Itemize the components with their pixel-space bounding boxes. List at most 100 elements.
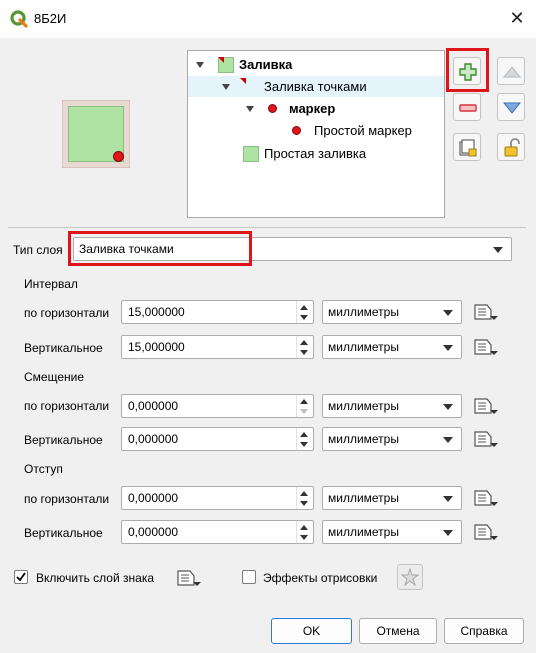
enable-layer-checkbox[interactable] — [14, 570, 28, 584]
spin-down-icon[interactable] — [300, 409, 308, 414]
spin-down-icon[interactable] — [300, 535, 308, 540]
displacement-v-spinbox[interactable]: 0,000000 — [121, 520, 314, 544]
interval-h-spinbox[interactable]: 15,000000 — [121, 300, 314, 324]
displacement-h-spinbox[interactable]: 0,000000 — [121, 486, 314, 510]
data-defined-override-icon[interactable] — [176, 568, 202, 588]
cancel-button[interactable]: Отмена — [359, 618, 437, 644]
interval-h-label: по горизонтали — [24, 306, 110, 320]
effects-label: Эффекты отрисовки — [263, 571, 378, 585]
interval-h-unit-select[interactable]: миллиметры — [322, 300, 462, 324]
star-effects-icon — [401, 568, 419, 586]
tree-item-label: Простая заливка — [264, 146, 367, 161]
offset-h-spinbox[interactable]: 0,000000 — [121, 394, 314, 418]
chevron-down-icon — [443, 530, 453, 536]
expand-arrow-icon[interactable] — [196, 62, 204, 68]
spin-separator — [296, 521, 297, 543]
offset-h-label: по горизонтали — [24, 399, 110, 413]
spin-separator — [296, 336, 297, 358]
offset-h-unit-select[interactable]: миллиметры — [322, 394, 462, 418]
spin-up-icon[interactable] — [300, 399, 308, 404]
duplicate-icon — [459, 139, 477, 157]
spin-value: 0,000000 — [128, 491, 179, 505]
spin-up-icon[interactable] — [300, 525, 308, 530]
unit-value: миллиметры — [328, 305, 399, 319]
remove-layer-icon — [459, 104, 477, 112]
remove-layer-button[interactable] — [453, 93, 481, 121]
chevron-down-icon — [443, 437, 453, 443]
spin-down-icon[interactable] — [300, 442, 308, 447]
chevron-down-icon — [443, 496, 453, 502]
expand-arrow-icon[interactable] — [246, 106, 254, 112]
duplicate-layer-button[interactable] — [453, 133, 481, 161]
spin-value: 15,000000 — [128, 340, 185, 354]
spin-down-icon[interactable] — [300, 501, 308, 506]
interval-v-label: Вертикальное — [24, 341, 103, 355]
expand-arrow-icon[interactable] — [222, 84, 230, 90]
spin-value: 15,000000 — [128, 305, 185, 319]
displacement-v-unit-select[interactable]: миллиметры — [322, 520, 462, 544]
data-defined-override-icon[interactable] — [473, 337, 499, 357]
spin-value: 0,000000 — [128, 525, 179, 539]
move-up-button[interactable] — [497, 57, 525, 85]
data-defined-override-icon[interactable] — [473, 396, 499, 416]
preview-marker — [113, 151, 124, 162]
fill-corner-icon — [218, 57, 224, 63]
help-button[interactable]: Справка — [444, 618, 524, 644]
displacement-h-unit-select[interactable]: миллиметры — [322, 486, 462, 510]
tree-item-point-pattern[interactable]: Заливка точками — [188, 76, 444, 97]
ok-button[interactable]: OK — [271, 618, 352, 644]
unit-value: миллиметры — [328, 525, 399, 539]
tree-item-label: Заливка точками — [264, 79, 367, 94]
window-title: 8Б2И — [34, 11, 67, 26]
move-down-icon — [502, 102, 522, 114]
offset-v-spinbox[interactable]: 0,000000 — [121, 427, 314, 451]
symbol-preview — [62, 100, 130, 168]
lock-layer-button[interactable] — [497, 133, 525, 161]
data-defined-override-icon[interactable] — [473, 522, 499, 542]
tree-item-marker[interactable]: маркер — [188, 98, 444, 119]
interval-v-spinbox[interactable]: 15,000000 — [121, 335, 314, 359]
qgis-logo-icon — [10, 10, 28, 28]
spin-separator — [296, 395, 297, 417]
unit-value: миллиметры — [328, 432, 399, 446]
unit-value: миллиметры — [328, 399, 399, 413]
spin-down-icon[interactable] — [300, 315, 308, 320]
chevron-down-icon — [493, 247, 503, 253]
data-defined-override-icon[interactable] — [473, 488, 499, 508]
displacement-h-label: по горизонтали — [24, 492, 110, 506]
spin-up-icon[interactable] — [300, 305, 308, 310]
lock-icon — [504, 138, 520, 157]
checkmark-icon — [16, 572, 26, 582]
section-title-offset: Смещение — [24, 370, 85, 384]
marker-swatch-icon — [268, 104, 277, 113]
effects-checkbox[interactable] — [242, 570, 256, 584]
data-defined-override-icon[interactable] — [473, 429, 499, 449]
divider — [8, 227, 526, 228]
spin-separator — [296, 301, 297, 323]
symbol-layer-tree: Заливка Заливка точками маркер Простой м… — [187, 50, 445, 218]
displacement-v-label: Вертикальное — [24, 526, 103, 540]
spin-up-icon[interactable] — [300, 491, 308, 496]
close-icon[interactable]: ✕ — [506, 8, 528, 30]
interval-v-unit-select[interactable]: миллиметры — [322, 335, 462, 359]
spin-value: 0,000000 — [128, 399, 179, 413]
tree-item-fill[interactable]: Заливка — [188, 54, 444, 75]
enable-layer-label: Включить слой знака — [36, 571, 155, 585]
chevron-down-icon — [443, 310, 453, 316]
spin-down-icon[interactable] — [300, 350, 308, 355]
tree-item-label: Заливка — [239, 57, 293, 72]
data-defined-override-icon[interactable] — [473, 302, 499, 322]
highlight-box-layer-type — [68, 231, 252, 266]
move-down-button[interactable] — [497, 93, 525, 121]
spin-up-icon[interactable] — [300, 432, 308, 437]
effects-button[interactable] — [397, 564, 423, 590]
spin-separator — [296, 428, 297, 450]
offset-v-unit-select[interactable]: миллиметры — [322, 427, 462, 451]
tree-item-simple-marker[interactable]: Простой маркер — [188, 120, 444, 141]
tree-item-simple-fill[interactable]: Простая заливка — [188, 143, 444, 164]
title-bar: 8Б2И ✕ — [0, 0, 536, 38]
simple-fill-swatch-icon — [243, 146, 259, 162]
unit-value: миллиметры — [328, 491, 399, 505]
chevron-down-icon — [443, 404, 453, 410]
spin-up-icon[interactable] — [300, 340, 308, 345]
